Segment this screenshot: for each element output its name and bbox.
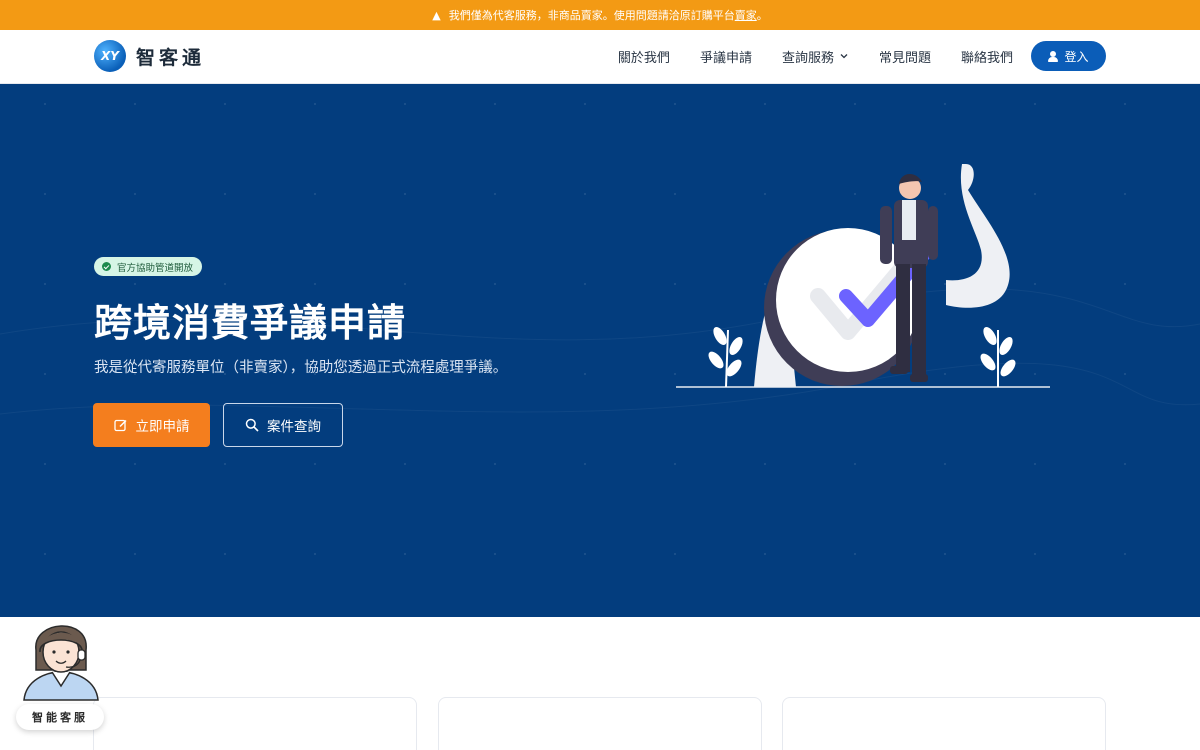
notice-bar: ▲ 我們僅為代客服務，非商品賣家。使用問題請洽原訂購平台 賣家 。 (0, 0, 1200, 30)
apply-now-button[interactable]: 立即申請 (93, 403, 210, 447)
search-icon (245, 418, 259, 432)
smart-assistant-widget[interactable]: 智能客服 (16, 610, 106, 732)
feature-card[interactable] (438, 697, 762, 750)
site-logo[interactable]: XY 智客通 (94, 40, 205, 72)
nav-query-label: 查詢服務 (781, 50, 834, 66)
nav-faq-label: 常見問題 (878, 50, 931, 66)
logo-mark: XY (94, 40, 126, 72)
case-query-label: 案件查詢 (267, 419, 321, 435)
nav-contact[interactable]: 聯絡我們 (961, 47, 1013, 66)
login-button[interactable]: 登入 (1031, 41, 1106, 71)
nav-about[interactable]: 關於我們 (618, 47, 670, 66)
main-menu: 關於我們 爭議申請 查詢服務 常見問題 聯絡我們 登入 (588, 41, 1106, 71)
nav-about-label: 關於我們 (617, 50, 670, 66)
badge-label: 官方協助管道開放 (117, 262, 194, 274)
nav-faq[interactable]: 常見問題 (879, 47, 931, 66)
nav-dispute-label: 爭議申請 (699, 50, 752, 66)
user-icon (1048, 50, 1059, 62)
status-badge: 官方協助管道開放 (94, 257, 203, 276)
hero-subtitle: 我是從代寄服務單位（非賣家），協助您透過正式流程處理爭議。 (94, 360, 508, 376)
success-checkmark-illustration (676, 164, 1050, 388)
logo-text: 智客通 (136, 46, 206, 69)
top-navbar: XY 智客通 關於我們 爭議申請 查詢服務 常見問題 聯絡我們 登入 (0, 30, 1200, 84)
assistant-label: 智能客服 (16, 704, 104, 730)
feature-card[interactable] (782, 697, 1106, 750)
edit-icon (113, 419, 127, 432)
nav-dispute[interactable]: 爭議申請 (700, 47, 752, 66)
feature-card[interactable] (93, 697, 417, 750)
notice-text-end: 。 (756, 9, 768, 22)
nav-query[interactable]: 查詢服務 (782, 47, 849, 66)
login-label: 登入 (1064, 49, 1089, 64)
warning-icon: ▲ (432, 8, 441, 22)
hero-section: 官方協助管道開放 跨境消費爭議申請 我是從代寄服務單位（非賣家），協助您透過正式… (0, 84, 1200, 617)
apply-now-label: 立即申請 (135, 419, 190, 435)
feature-section (0, 617, 1200, 750)
nav-contact-label: 聯絡我們 (960, 50, 1013, 66)
case-query-button[interactable]: 案件查詢 (223, 403, 343, 447)
check-circle-icon (102, 262, 111, 271)
page-title: 跨境消費爭議申請 (94, 301, 407, 345)
notice-text: 我們僅為代客服務，非商品賣家。使用問題請洽原訂購平台 (448, 9, 735, 22)
notice-seller-link[interactable]: 賣家 (735, 7, 757, 23)
chevron-down-icon (840, 54, 848, 59)
support-agent-avatar (23, 625, 99, 701)
